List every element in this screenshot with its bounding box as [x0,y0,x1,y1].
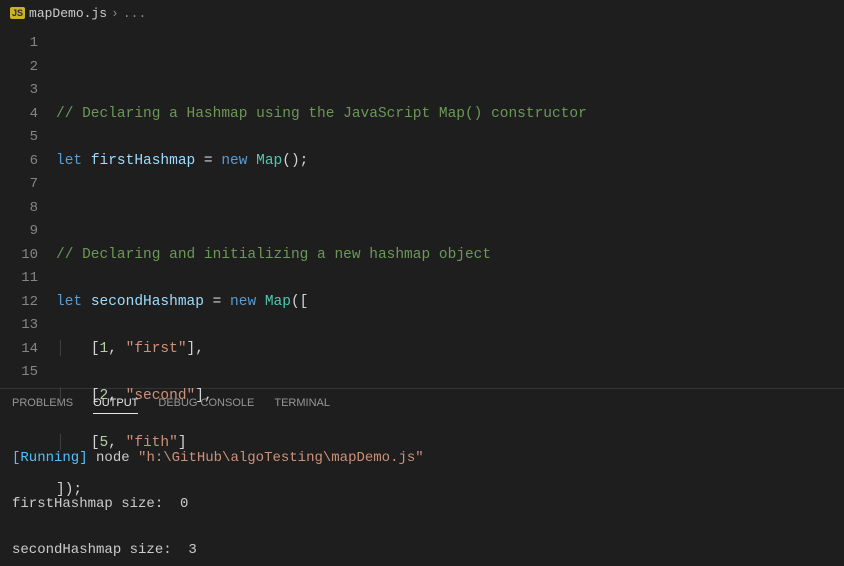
output-status-running: [Running] [12,450,88,466]
tab-output[interactable]: OUTPUT [93,397,138,414]
breadcrumb-more[interactable]: ... [123,6,146,21]
line-number: 12 [0,291,38,315]
token-punct: = [204,294,230,310]
line-number: 2 [0,56,38,80]
token-variable: firstHashmap [91,153,195,169]
line-number: 6 [0,150,38,174]
token-string: "first" [126,341,187,357]
token-keyword: let [56,153,82,169]
line-number: 1 [0,32,38,56]
output-text: secondHashmap size: 3 [12,542,197,558]
code-line[interactable]: // Declaring a Hashmap using the JavaScr… [56,103,844,127]
breadcrumb[interactable]: JS mapDemo.js › ... [0,0,844,26]
line-number: 13 [0,314,38,338]
code-area[interactable]: // Declaring a Hashmap using the JavaScr… [56,26,844,388]
line-number: 11 [0,267,38,291]
js-file-icon: JS [10,7,25,19]
line-number: 5 [0,126,38,150]
token-class: Map [265,294,291,310]
token-variable: secondHashmap [91,294,204,310]
comment: // Declaring a Hashmap using the JavaScr… [56,106,587,122]
line-number: 9 [0,220,38,244]
token-punct: ], [187,341,204,357]
output-text: node [88,450,138,466]
comment: // Declaring and initializing a new hash… [56,247,491,263]
token-punct: , [108,341,125,357]
code-line[interactable] [56,197,844,221]
tab-problems[interactable]: PROBLEMS [12,397,73,414]
code-line[interactable]: let secondHashmap = new Map([ [56,291,844,315]
token-keyword: let [56,294,82,310]
token-number: 1 [100,341,109,357]
line-number: 4 [0,103,38,127]
line-number: 8 [0,197,38,221]
token-keyword: new [230,294,256,310]
output-text: firstHashmap size: 0 [12,496,188,512]
token-keyword: new [221,153,247,169]
indent-guide: │ [56,341,91,357]
tab-debug-console[interactable]: DEBUG CONSOLE [158,397,254,414]
code-line[interactable]: │ [1, "first"], [56,338,844,362]
line-number: 7 [0,173,38,197]
chevron-right-icon: › [111,6,119,21]
output-path: "h:\GitHub\algoTesting\mapDemo.js" [138,450,424,466]
token-punct: = [195,153,221,169]
line-number: 14 [0,338,38,362]
tab-terminal[interactable]: TERMINAL [274,397,330,414]
code-line[interactable]: // Declaring and initializing a new hash… [56,244,844,268]
code-line[interactable]: let firstHashmap = new Map(); [56,150,844,174]
token-punct: [ [91,341,100,357]
breadcrumb-filename[interactable]: mapDemo.js [29,6,107,21]
token-punct: (); [282,153,308,169]
token-class: Map [256,153,282,169]
line-number: 3 [0,79,38,103]
code-line[interactable] [56,56,844,80]
line-number: 15 [0,361,38,385]
line-number-gutter: 1 2 3 4 5 6 7 8 9 10 11 12 13 14 15 [0,26,56,388]
line-number: 10 [0,244,38,268]
token-punct: ([ [291,294,308,310]
code-editor[interactable]: 1 2 3 4 5 6 7 8 9 10 11 12 13 14 15 // D… [0,26,844,388]
